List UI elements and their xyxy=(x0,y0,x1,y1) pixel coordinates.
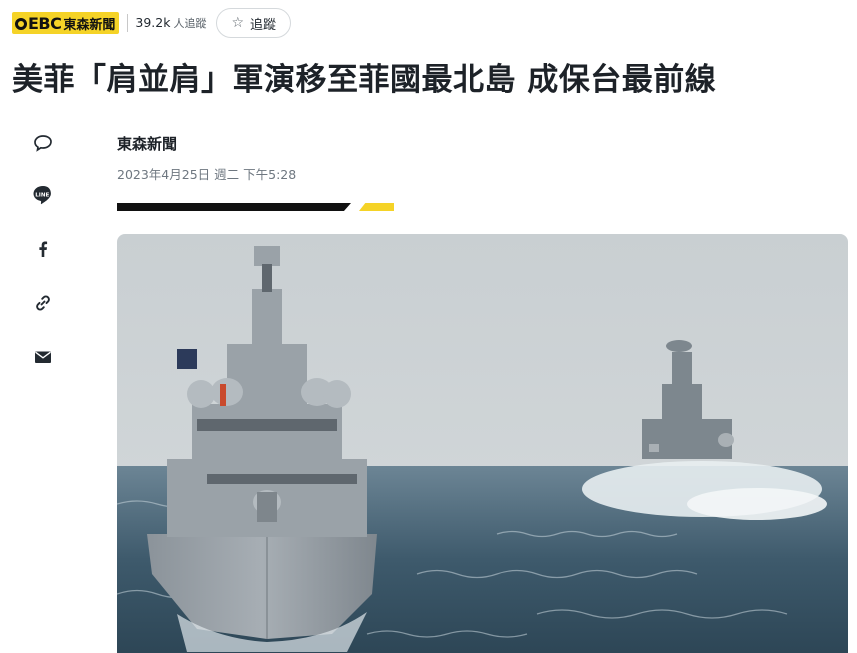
comment-icon xyxy=(34,135,52,152)
comment-button[interactable] xyxy=(30,130,56,156)
warship-photo xyxy=(117,234,848,653)
followers-count: 39.2k 人追蹤 xyxy=(135,15,206,31)
star-icon: ☆ xyxy=(231,15,245,31)
follow-label: 追蹤 xyxy=(250,17,277,33)
facebook-share-button[interactable] xyxy=(30,236,56,262)
follow-button[interactable]: ☆ 追蹤 xyxy=(216,8,292,38)
facebook-icon xyxy=(39,241,48,257)
link-icon xyxy=(36,295,50,311)
author-name[interactable]: 東森新聞 xyxy=(117,133,296,154)
logo-name: 東森新聞 xyxy=(63,17,116,33)
divider-yellow xyxy=(359,203,394,211)
publisher-bar: EBC 東森新聞 39.2k 人追蹤 ☆ 追蹤 xyxy=(12,8,292,38)
copy-link-button[interactable] xyxy=(30,290,56,316)
share-rail: LINE xyxy=(30,130,56,398)
divider xyxy=(127,14,129,32)
divider-black xyxy=(117,203,351,211)
logo-circle-icon xyxy=(15,17,27,30)
publisher-logo[interactable]: EBC 東森新聞 xyxy=(12,12,120,34)
logo-mark-text: EBC xyxy=(28,13,62,33)
email-icon xyxy=(35,351,51,363)
byline: 東森新聞 2023年4月25日 週二 下午5:28 xyxy=(117,133,296,183)
line-icon: LINE xyxy=(33,186,51,205)
hero-image[interactable] xyxy=(117,234,848,653)
publish-date: 2023年4月25日 週二 下午5:28 xyxy=(117,167,297,182)
logo-mark: EBC xyxy=(15,13,62,33)
svg-text:LINE: LINE xyxy=(35,192,49,198)
line-share-button[interactable]: LINE xyxy=(30,182,56,208)
followers-number: 39.2k xyxy=(135,15,171,30)
article-headline: 美菲「肩並肩」軍演移至菲國最北島 成保台最前線 xyxy=(12,62,717,98)
followers-suffix: 人追蹤 xyxy=(173,17,207,30)
email-share-button[interactable] xyxy=(30,344,56,370)
